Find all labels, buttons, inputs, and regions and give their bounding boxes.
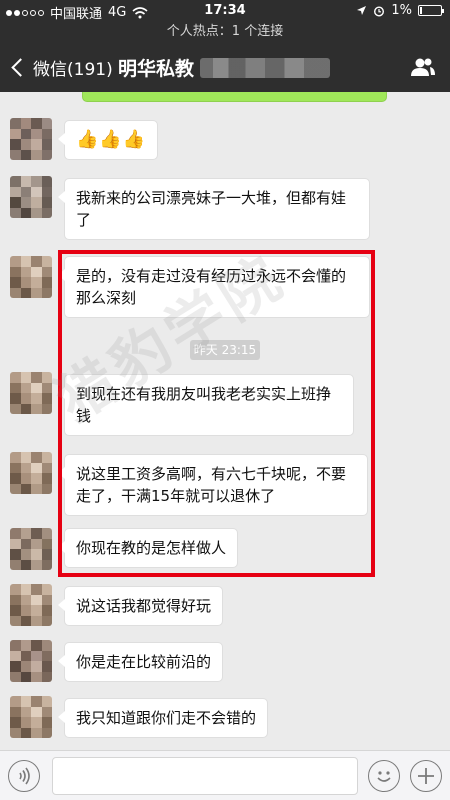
avatar[interactable] <box>10 372 52 414</box>
people-icon[interactable] <box>410 57 436 77</box>
message-bubble[interactable]: 你是走在比较前沿的 <box>57 642 224 682</box>
avatar[interactable] <box>10 584 52 626</box>
message-bubble[interactable]: 我只知道跟你们走不会错的 <box>57 698 269 738</box>
chevron-left-icon <box>11 58 30 77</box>
plus-button[interactable] <box>410 760 442 792</box>
message-bubble[interactable]: 我新来的公司漂亮妹子一大堆，但都有娃了 <box>58 178 370 240</box>
avatar[interactable] <box>10 528 52 570</box>
chat-area[interactable]: 👍👍👍 我新来的公司漂亮妹子一大堆，但都有娃了 是的，没有走过没有经历过永远不会… <box>0 92 450 750</box>
message-bubble[interactable]: 👍👍👍 <box>57 120 159 160</box>
message-input[interactable] <box>52 757 358 795</box>
avatar[interactable] <box>10 640 52 682</box>
blurred-title-part <box>200 57 331 78</box>
back-button[interactable]: 微信(191) <box>10 55 113 80</box>
highlight-box <box>58 250 375 577</box>
avatar[interactable] <box>10 256 52 298</box>
emoji-button[interactable] <box>368 760 400 792</box>
back-label: 微信(191) <box>33 60 113 80</box>
avatar[interactable] <box>10 696 52 738</box>
battery-icon <box>418 5 444 16</box>
outgoing-bubble-partial <box>82 92 387 102</box>
input-bar <box>0 750 450 800</box>
nav-bar: 微信(191) 明华私教 <box>0 42 450 92</box>
voice-icon <box>19 767 30 785</box>
chat-title-text: 明华私教 <box>118 58 195 80</box>
avatar[interactable] <box>10 176 52 218</box>
avatar[interactable] <box>10 118 52 160</box>
message-bubble[interactable]: 说这话我都觉得好玩 <box>57 586 224 626</box>
emoji-icon <box>377 771 391 782</box>
battery-percent: 1% <box>391 3 412 18</box>
voice-button[interactable] <box>8 760 40 792</box>
plus-icon <box>418 768 434 784</box>
alarm-icon <box>374 5 385 17</box>
hotspot-banner[interactable]: 个人热点：1 个连接 <box>0 22 450 42</box>
chat-title: 明华私教 <box>118 54 331 81</box>
avatar[interactable] <box>10 452 52 494</box>
status-bar: 中国联通 4G 17:34 1% <box>0 0 450 22</box>
location-icon <box>357 6 367 15</box>
